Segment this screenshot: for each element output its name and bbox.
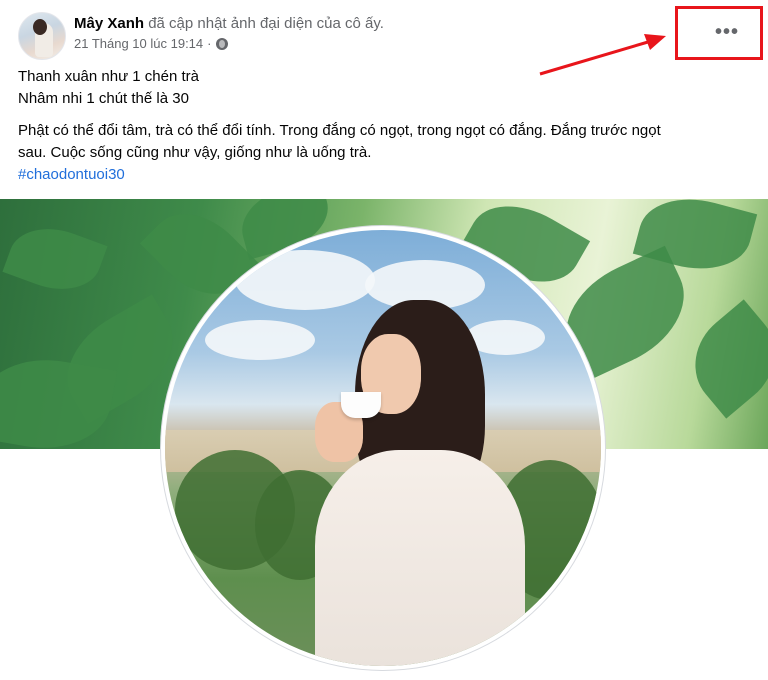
meta-separator: ·	[207, 36, 212, 51]
avatar-hair	[33, 19, 47, 35]
caption-line: sau. Cuộc sống cũng như vậy, giống như l…	[18, 144, 372, 161]
cloud-shape	[205, 320, 315, 360]
leaf-decoration	[2, 215, 108, 303]
post-timestamp[interactable]: 21 Tháng 10 lúc 19:14	[74, 36, 203, 52]
author-name-link[interactable]: Mây Xanh	[74, 15, 144, 32]
post-title-line: Mây Xanh đã cập nhật ảnh đại diện của cô…	[74, 14, 384, 34]
tea-cup	[341, 392, 381, 418]
caption-line: Phật có thể đổi tâm, trà có thể đổi tính…	[18, 122, 661, 139]
caption-line: Thanh xuân như 1 chén trà	[18, 68, 199, 85]
hashtag-link[interactable]: #chaodontuoi30	[18, 164, 125, 186]
globe-icon[interactable]	[215, 38, 228, 50]
more-dots-icon: •••	[714, 20, 739, 43]
feed-post: Mây Xanh đã cập nhật ảnh đại diện của cô…	[0, 0, 768, 680]
profile-picture[interactable]	[161, 226, 605, 670]
caption-line: Nhâm nhi 1 chút thế là 30	[18, 90, 189, 107]
author-avatar[interactable]	[18, 12, 66, 60]
cloud-shape	[235, 250, 375, 310]
post-action-text: đã cập nhật ảnh đại diện của cô ấy.	[148, 15, 384, 32]
post-meta: 21 Tháng 10 lúc 19:14 ·	[74, 36, 228, 52]
more-options-button[interactable]: •••	[709, 19, 745, 45]
profile-photo-image	[165, 230, 601, 666]
leaf-decoration	[674, 299, 768, 419]
woman-dress	[315, 450, 525, 666]
